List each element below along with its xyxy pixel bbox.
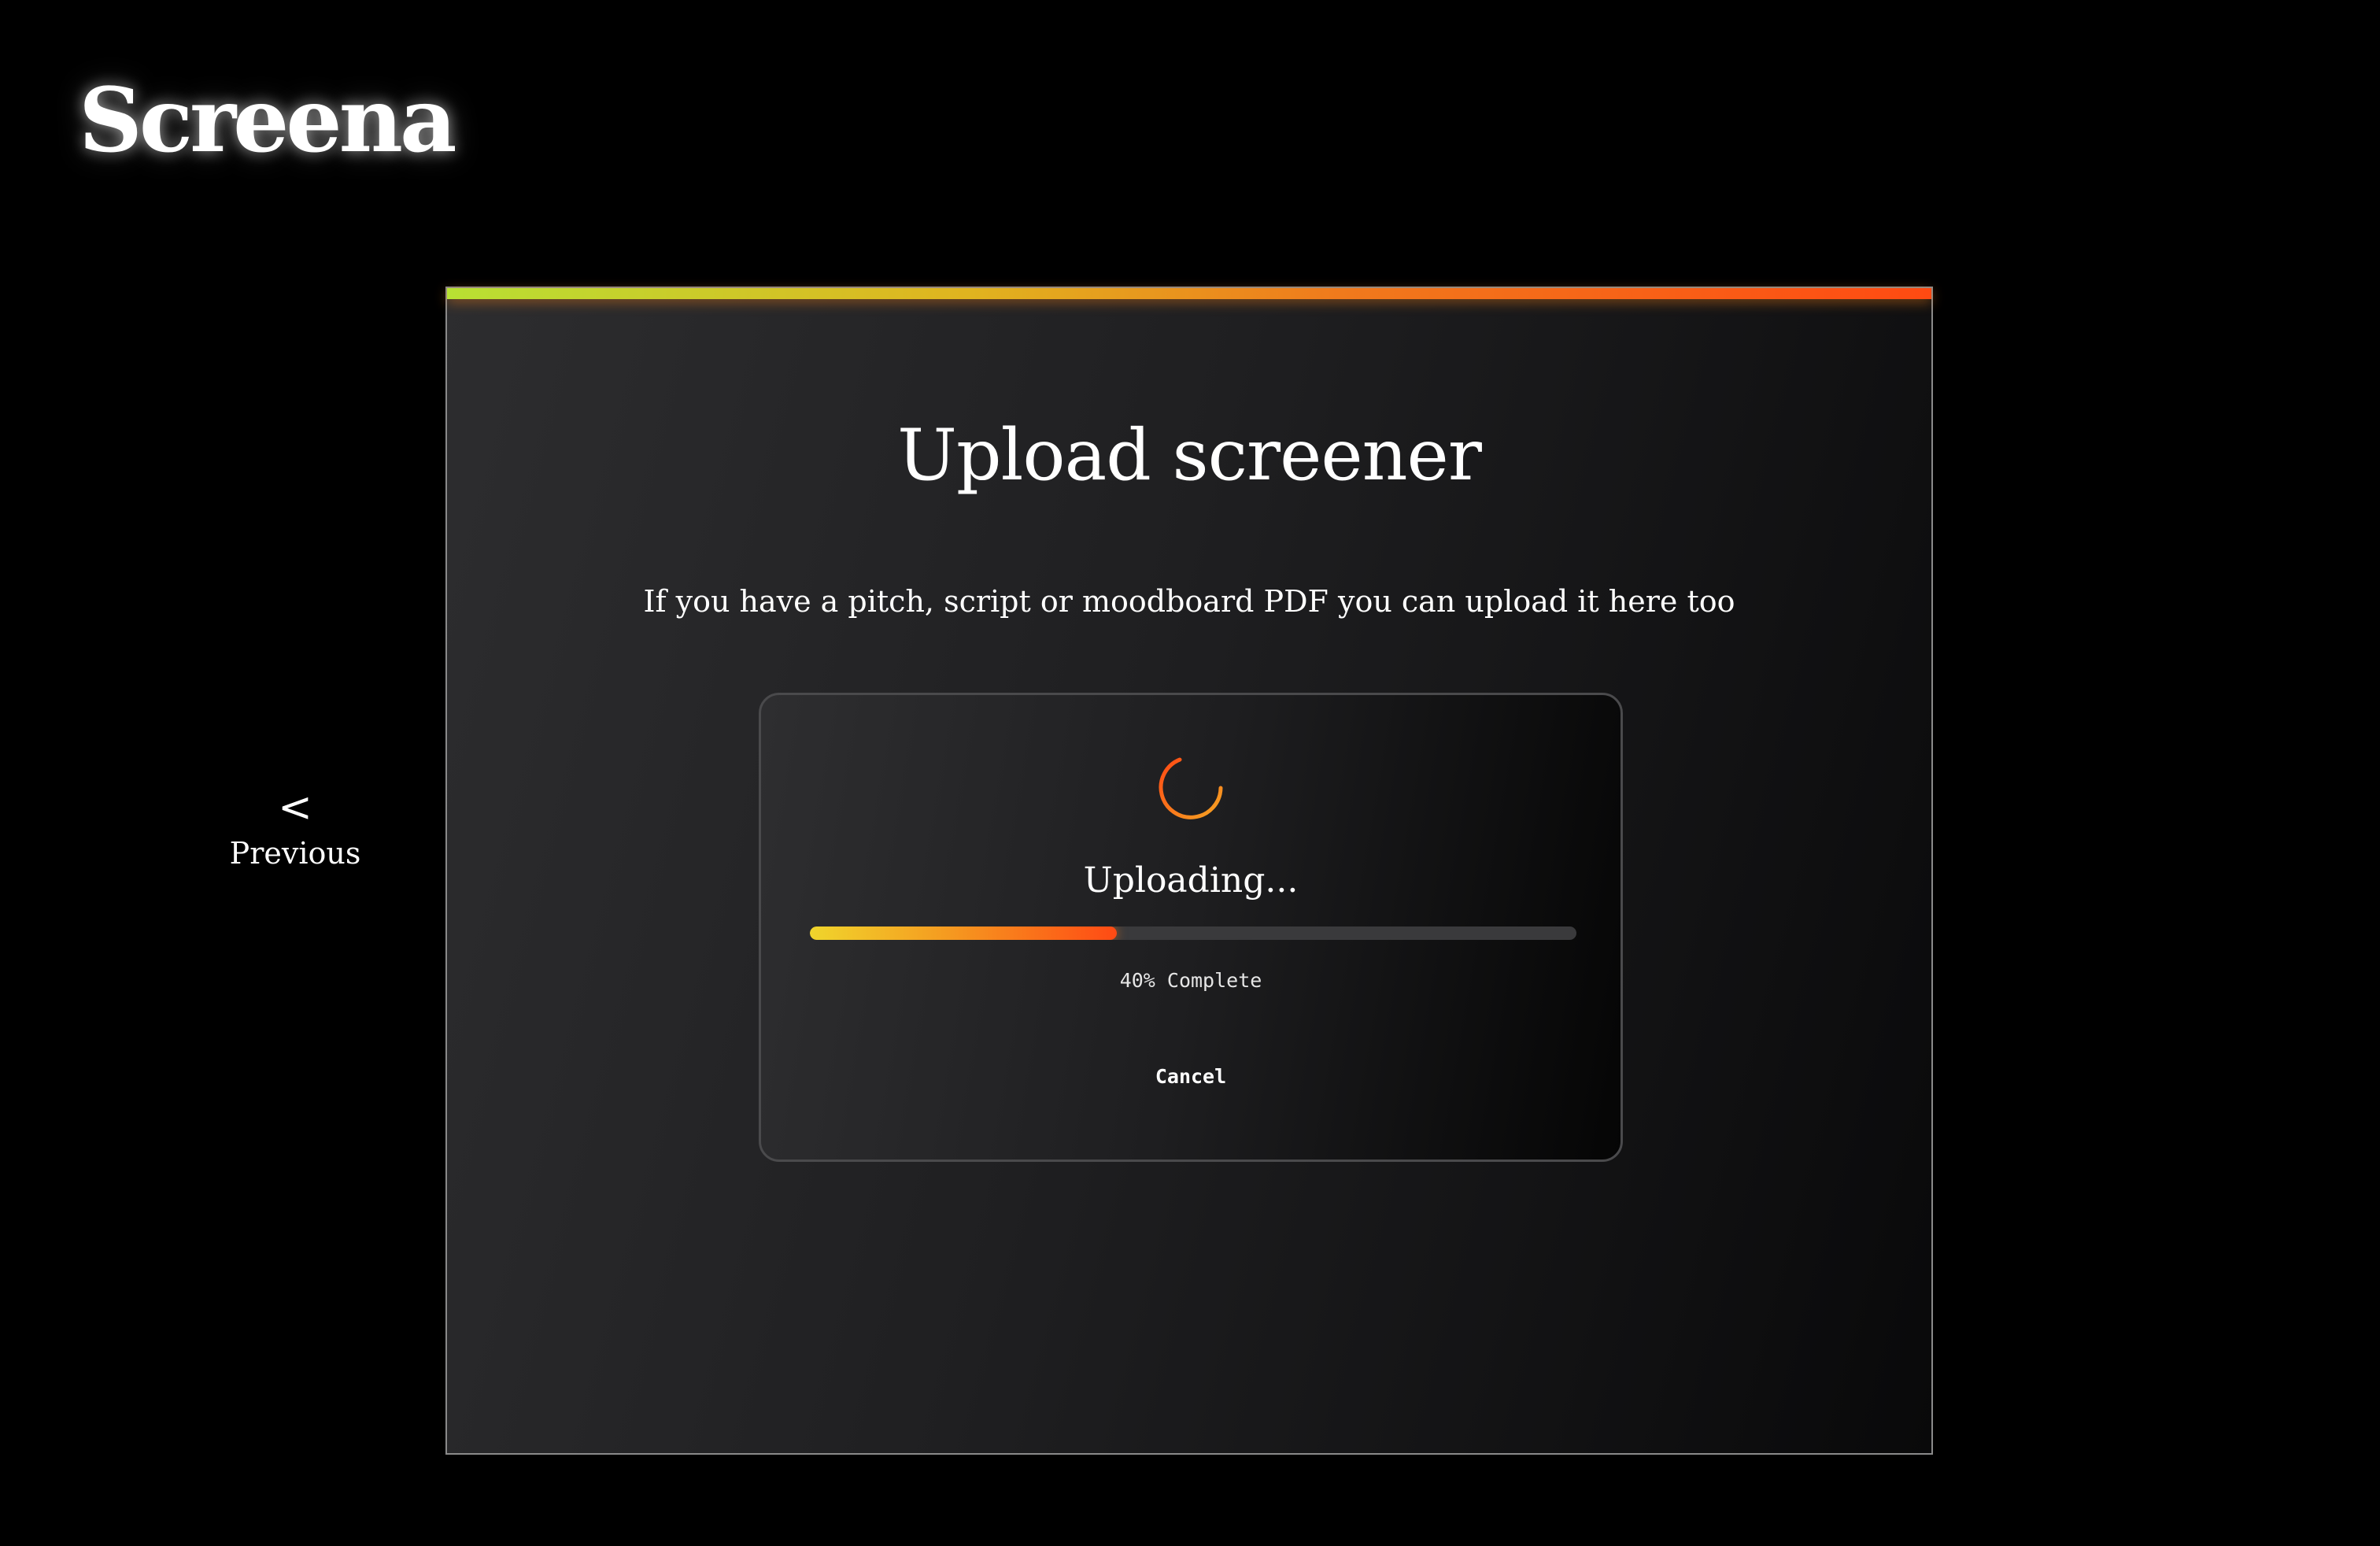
upload-status: Uploading...	[1083, 860, 1299, 901]
page-title: Upload screener	[897, 414, 1482, 497]
cancel-button[interactable]: Cancel	[1136, 1057, 1245, 1096]
loading-spinner-icon	[1159, 757, 1223, 819]
previous-button[interactable]: < Previous	[216, 787, 374, 871]
upload-panel: Upload screener If you have a pitch, scr…	[445, 287, 1933, 1455]
progress-fill	[810, 926, 1117, 940]
progress-bar	[810, 926, 1576, 940]
chevron-left-icon: <	[278, 784, 312, 831]
brand-logo: Screena	[79, 69, 457, 172]
page-subtitle: If you have a pitch, script or moodboard…	[643, 584, 1735, 619]
progress-text: 40% Complete	[1119, 969, 1262, 992]
previous-label: Previous	[229, 836, 361, 871]
upload-card: Uploading... 40% Complete Cancel	[759, 693, 1623, 1162]
